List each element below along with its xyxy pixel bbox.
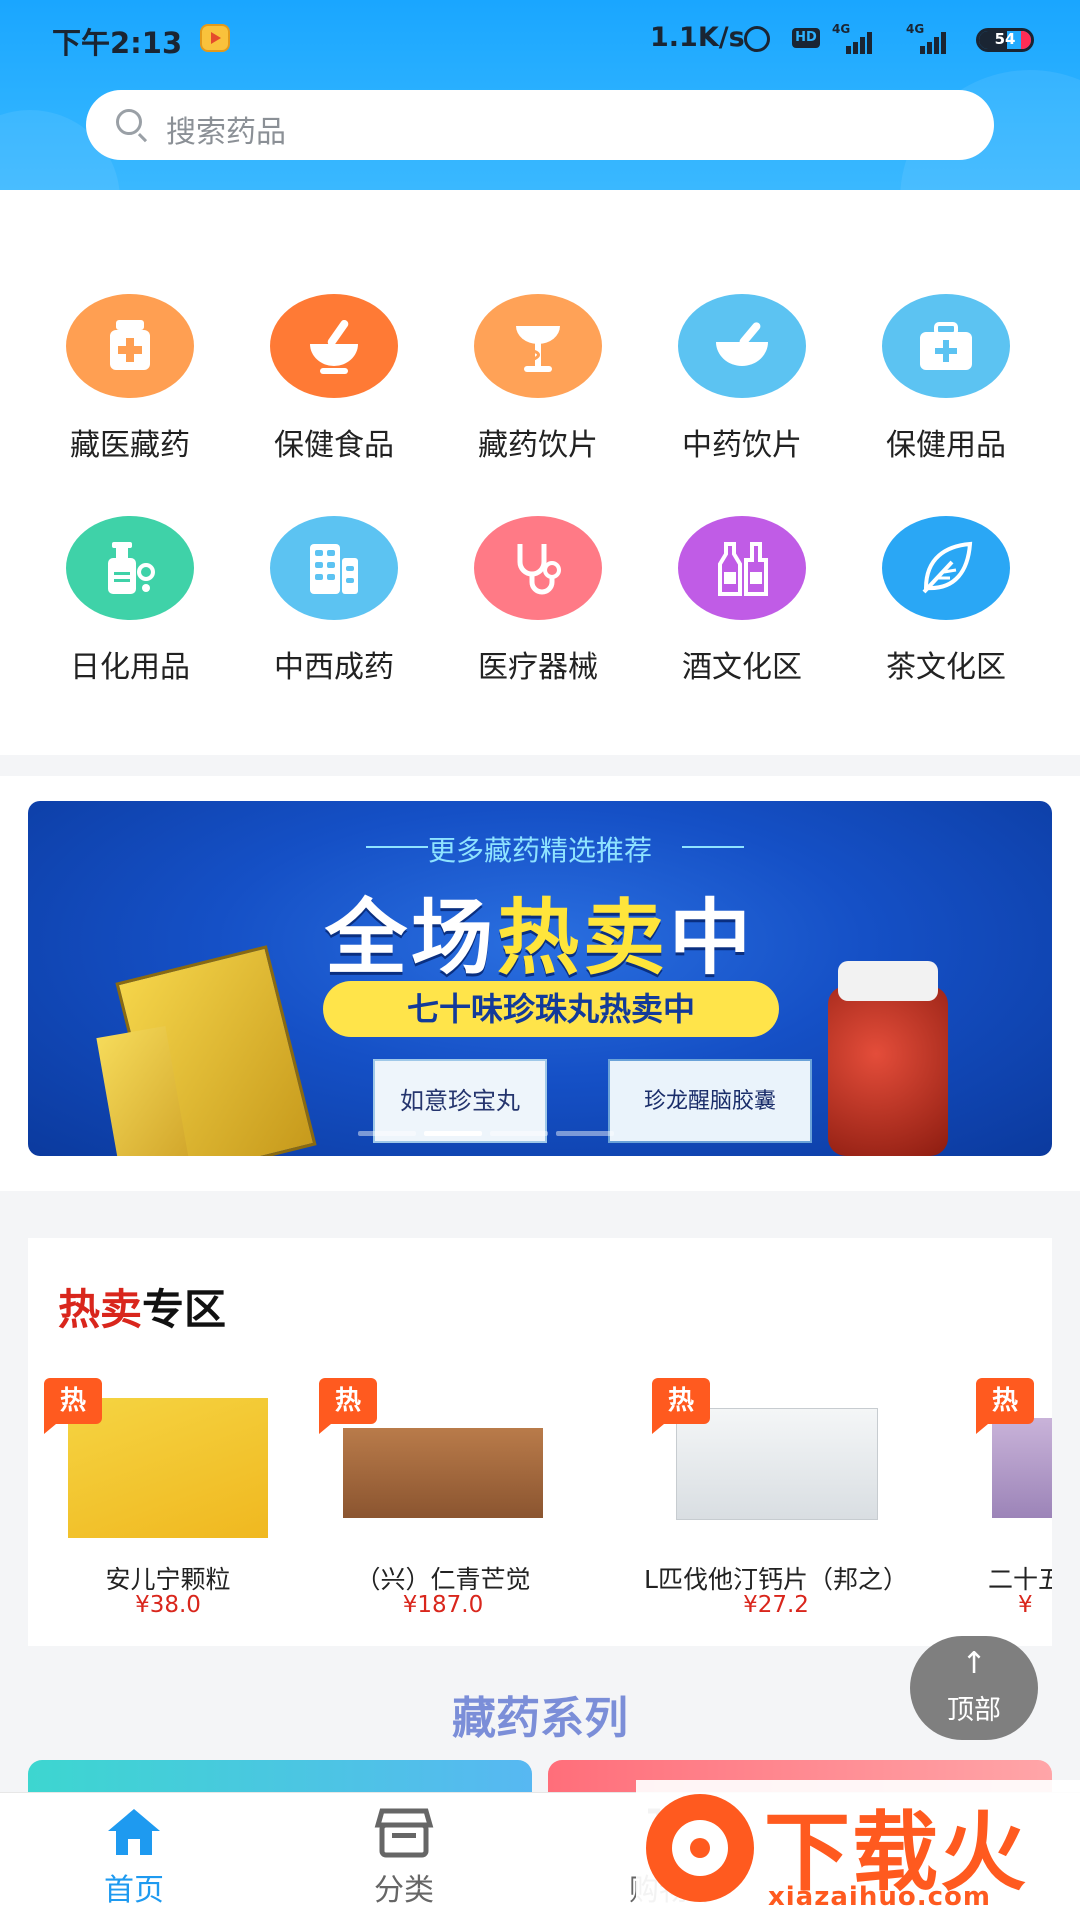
category-item[interactable]: 酒文化区 (640, 516, 844, 716)
stethoscope-icon (474, 516, 602, 620)
status-time: 下午2:13 (52, 26, 183, 60)
category-item[interactable]: 医疗器械 (436, 516, 640, 716)
network-speed: 1.1K/s (650, 22, 745, 53)
arrow-up-icon: ↑ (961, 1646, 987, 1681)
hot-badge: 热 (976, 1378, 1034, 1434)
banner-section: 更多藏药精选推荐 全场热卖中 七十味珍珠丸热卖中 如意珍宝丸 珍龙醒脑胶囊 (0, 776, 1080, 1191)
tab-home[interactable]: 首页 (34, 1793, 234, 1921)
product-price: ¥38.0 (135, 1592, 201, 1618)
lotion-bottle-icon (66, 516, 194, 620)
product-card[interactable]: 热 L匹伐他汀钙片（邦之） ¥27.2 (644, 1378, 908, 1618)
pills-icon (270, 516, 398, 620)
hot-badge: 热 (319, 1378, 377, 1434)
banner-pagination (358, 1131, 688, 1137)
tea-leaf-icon (882, 516, 1010, 620)
hot-badge: 热 (652, 1378, 710, 1434)
product-price: ¥187.0 (402, 1592, 484, 1618)
product-name: （兴）仁青芒觉 (355, 1565, 531, 1594)
medicine-bottle-icon (66, 294, 194, 398)
home-icon (108, 1809, 160, 1855)
hd-icon: HD (792, 28, 820, 48)
product-name: L匹伐他汀钙片（邦之） (644, 1565, 908, 1594)
signal-icon: 4G (906, 22, 954, 54)
promo-banner[interactable]: 更多藏药精选推荐 全场热卖中 七十味珍珠丸热卖中 如意珍宝丸 珍龙醒脑胶囊 (28, 801, 1052, 1156)
category-item[interactable]: 保健食品 (232, 294, 436, 494)
category-item[interactable]: 中西成药 (232, 516, 436, 716)
pharmacy-cup-icon (474, 294, 602, 398)
watermark-url: xiazaihuo.com (768, 1882, 991, 1912)
category-label: 中西成药 (274, 650, 394, 685)
category-label: 藏医藏药 (70, 428, 190, 463)
header: 下午2:13 1.1K/s HD 4G 4G 54 搜索药品 (0, 0, 1080, 190)
category-label: 酒文化区 (682, 650, 802, 685)
wine-bottles-icon (678, 516, 806, 620)
product-image (992, 1418, 1052, 1518)
first-aid-kit-icon (882, 294, 1010, 398)
product-name: 二十五 (988, 1565, 1052, 1594)
tab-label: 首页 (104, 1873, 164, 1908)
category-item[interactable]: 藏医藏药 (28, 294, 232, 494)
category-grid: 藏医藏药 保健食品 藏药饮片 中药饮片 保健用品 日化用品 中西成药 医疗器械 … (0, 190, 1080, 755)
tab-label: 分类 (374, 1873, 434, 1908)
back-to-top-label: 顶部 (947, 1695, 1001, 1726)
herb-bowl-icon (678, 294, 806, 398)
product-card[interactable]: 热 安儿宁颗粒 ¥38.0 (38, 1378, 298, 1618)
category-item[interactable]: 茶文化区 (844, 516, 1048, 716)
hot-badge: 热 (44, 1378, 102, 1434)
search-icon (116, 109, 142, 135)
category-item[interactable]: 日化用品 (28, 516, 232, 716)
category-item[interactable]: 藏药饮片 (436, 294, 640, 494)
bottle-cap-image (838, 961, 938, 1001)
product-image (676, 1408, 878, 1520)
category-label: 茶文化区 (886, 650, 1006, 685)
tab-category[interactable]: 分类 (304, 1793, 504, 1921)
store-icon (374, 1808, 434, 1858)
hot-sale-section: 热卖专区 热 安儿宁颗粒 ¥38.0 热 （兴）仁青芒觉 ¥187.0 热 L匹… (28, 1238, 1052, 1646)
category-label: 日化用品 (70, 650, 190, 685)
alarm-icon (744, 26, 770, 52)
category-label: 中药饮片 (682, 428, 802, 463)
category-item[interactable]: 保健用品 (844, 294, 1048, 494)
status-bar: 下午2:13 1.1K/s HD 4G 4G 54 (0, 0, 1080, 80)
search-bar[interactable]: 搜索药品 (86, 90, 994, 160)
product-price: ¥ (1018, 1592, 1033, 1618)
video-app-icon (200, 24, 230, 52)
product-card[interactable]: 热 （兴）仁青芒觉 ¥187.0 (313, 1378, 573, 1618)
product-name: 安儿宁颗粒 (105, 1565, 231, 1594)
product-price: ¥27.2 (743, 1592, 809, 1618)
search-input[interactable]: 搜索药品 (166, 107, 286, 151)
category-label: 保健食品 (274, 428, 394, 463)
banner-pill: 七十味珍珠丸热卖中 (323, 981, 779, 1037)
category-label: 藏药饮片 (478, 428, 598, 463)
product-bottle-image (828, 986, 948, 1156)
category-item[interactable]: 中药饮片 (640, 294, 844, 494)
banner-subtitle: 更多藏药精选推荐 (427, 834, 652, 867)
watermark-logo-icon (646, 1794, 754, 1902)
section-title: 热卖专区 (58, 1285, 227, 1334)
mortar-pestle-icon (270, 294, 398, 398)
back-to-top-button[interactable]: ↑ 顶部 (910, 1636, 1038, 1740)
watermark: 下载火 xiazaihuo.com (636, 1780, 1080, 1920)
product-card[interactable]: 热 二十五 ¥ (970, 1378, 1052, 1618)
category-label: 保健用品 (886, 428, 1006, 463)
product-image (343, 1428, 543, 1518)
signal-icon: 4G (832, 22, 880, 54)
category-label: 医疗器械 (478, 650, 598, 685)
battery-icon: 54 (976, 28, 1034, 52)
